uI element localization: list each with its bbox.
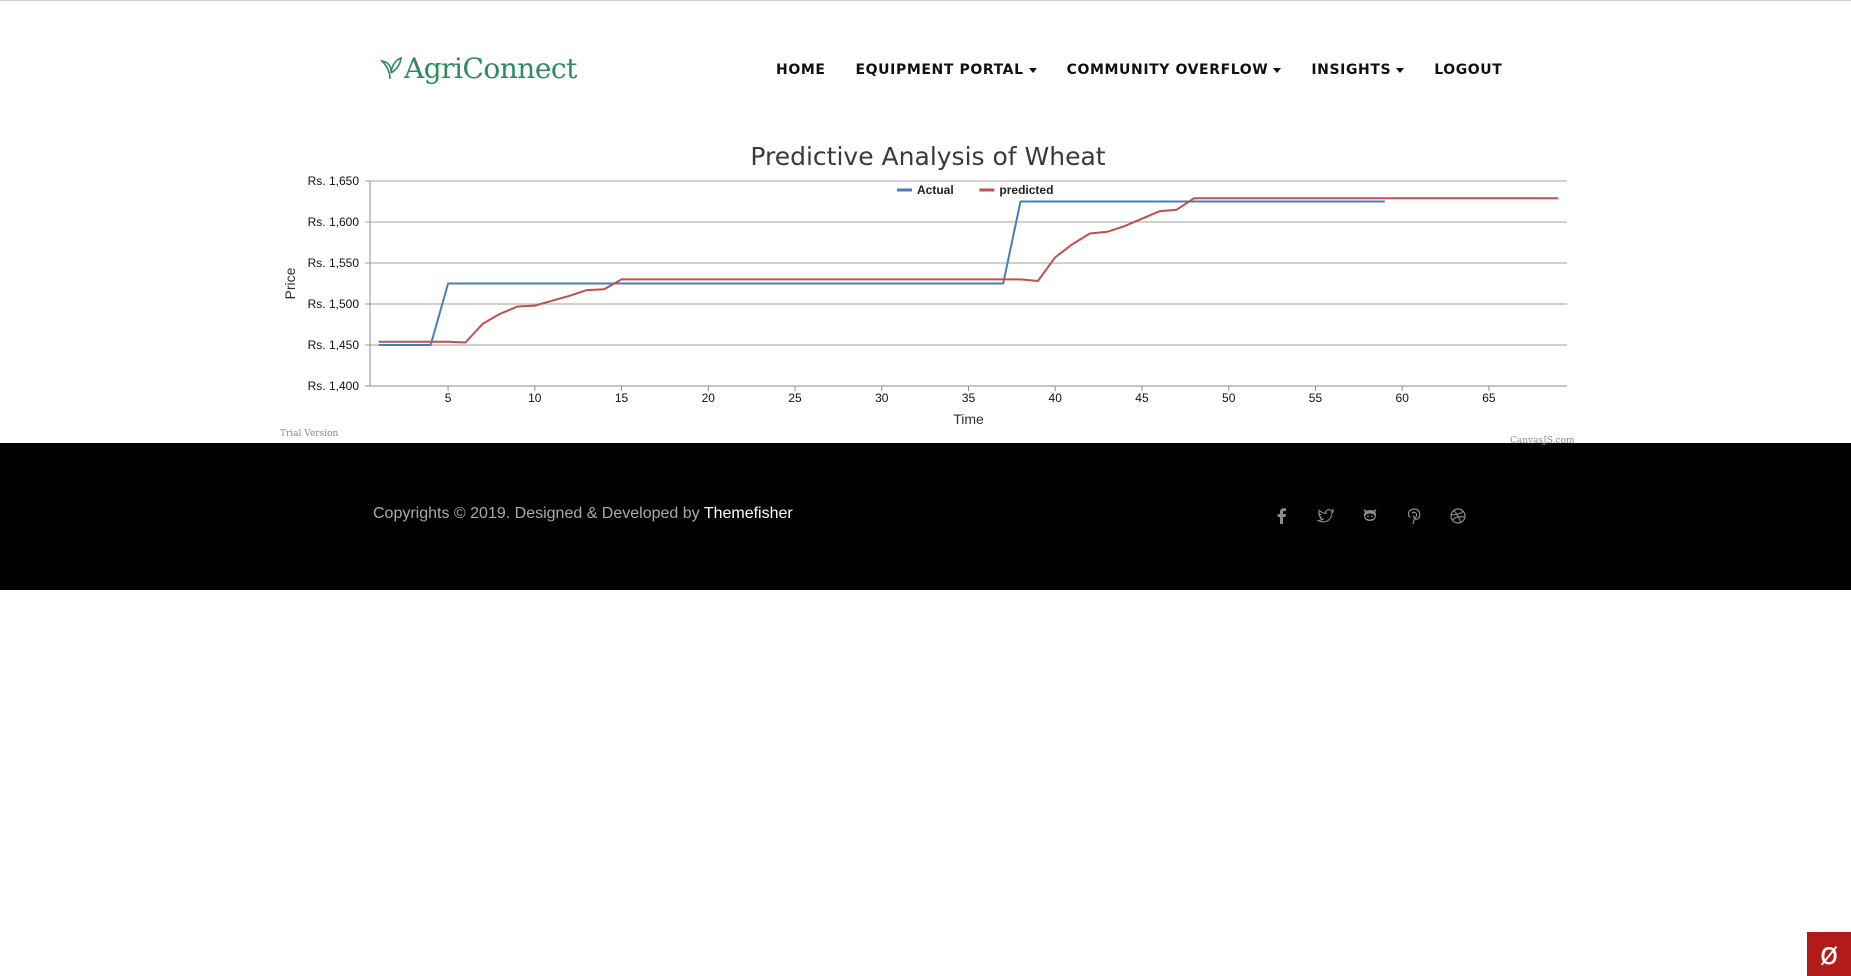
- y-axis-label: Price: [282, 267, 298, 299]
- x-tick-label: 60: [1396, 391, 1410, 405]
- x-tick-label: 45: [1135, 391, 1149, 405]
- x-tick-label: 25: [788, 391, 802, 405]
- nav-home[interactable]: HOME: [776, 58, 826, 82]
- x-tick-label: 20: [702, 391, 716, 405]
- legend-label: Actual: [917, 183, 954, 197]
- nav-logout-label: LOGOUT: [1434, 62, 1503, 78]
- nav-insights[interactable]: INSIGHTS: [1311, 58, 1405, 82]
- chart-title: Predictive Analysis of Wheat: [750, 142, 1105, 171]
- caret-down-icon: [1028, 67, 1037, 73]
- github-icon[interactable]: [1359, 505, 1381, 527]
- y-tick-label: Rs. 1,400: [308, 379, 360, 393]
- x-tick-label: 10: [528, 391, 542, 405]
- themefisher-link[interactable]: Themefisher: [704, 505, 793, 522]
- y-tick-label: Rs. 1,650: [308, 174, 360, 188]
- x-tick-label: 35: [962, 391, 976, 405]
- series-line-predicted: [378, 197, 1559, 344]
- brand-name: AgriConnect: [404, 51, 577, 85]
- brand-logo[interactable]: AgriConnect: [380, 48, 577, 88]
- twitter-icon[interactable]: [1315, 505, 1337, 527]
- footer: Copyrights © 2019. Designed & Developed …: [0, 443, 1851, 590]
- price-chart: Predictive Analysis of Wheat Rs. 1,400 Rs.…: [270, 128, 1580, 446]
- y-tick-label: Rs. 1,500: [308, 297, 360, 311]
- nav-equipment-portal-label: EQUIPMENT PORTAL: [855, 62, 1024, 78]
- corner-badge[interactable]: ø: [1807, 932, 1851, 976]
- series-line-actual: [378, 200, 1385, 346]
- chart-svg: Predictive Analysis of Wheat Rs. 1,400 Rs.…: [282, 142, 1567, 427]
- y-tick-label: Rs. 1,550: [308, 256, 360, 270]
- copyright-text: Copyrights © 2019. Designed & Developed …: [373, 505, 793, 523]
- nav-insights-label: INSIGHTS: [1311, 62, 1392, 78]
- caret-down-icon: [1273, 67, 1282, 73]
- top-border: [0, 0, 1851, 1]
- x-tick-label: 40: [1049, 391, 1063, 405]
- y-tick-label: Rs. 1,600: [308, 215, 360, 229]
- nav-logout[interactable]: LOGOUT: [1434, 58, 1502, 82]
- copyright-label: Copyrights © 2019. Designed & Developed …: [373, 505, 700, 522]
- x-tick-label: 55: [1309, 391, 1323, 405]
- facebook-icon[interactable]: [1271, 505, 1293, 527]
- nav-home-label: HOME: [776, 62, 826, 78]
- x-tick-label: 15: [615, 391, 629, 405]
- trial-watermark: Trial Version: [280, 429, 339, 439]
- pinterest-icon[interactable]: [1403, 505, 1425, 527]
- caret-down-icon: [1396, 67, 1405, 73]
- legend-label: predicted: [999, 183, 1053, 197]
- social-links: [1271, 505, 1491, 527]
- canvasjs-watermark: CanvasJS.com: [1510, 436, 1575, 446]
- x-tick-label: 30: [875, 391, 889, 405]
- nav-community-overflow[interactable]: COMMUNITY OVERFLOW: [1067, 58, 1282, 82]
- x-tick-label: 5: [445, 391, 452, 405]
- x-tick-label: 50: [1222, 391, 1236, 405]
- leaf-icon: [380, 56, 402, 80]
- x-axis-label: Time: [953, 411, 984, 427]
- y-tick-label: Rs. 1,450: [308, 338, 360, 352]
- dribbble-icon[interactable]: [1447, 505, 1469, 527]
- x-tick-label: 65: [1482, 391, 1496, 405]
- nav-equipment-portal[interactable]: EQUIPMENT PORTAL: [856, 58, 1037, 82]
- nav-community-overflow-label: COMMUNITY OVERFLOW: [1066, 62, 1269, 78]
- main-nav: HOME EQUIPMENT PORTAL COMMUNITY OVERFLOW…: [776, 58, 1502, 82]
